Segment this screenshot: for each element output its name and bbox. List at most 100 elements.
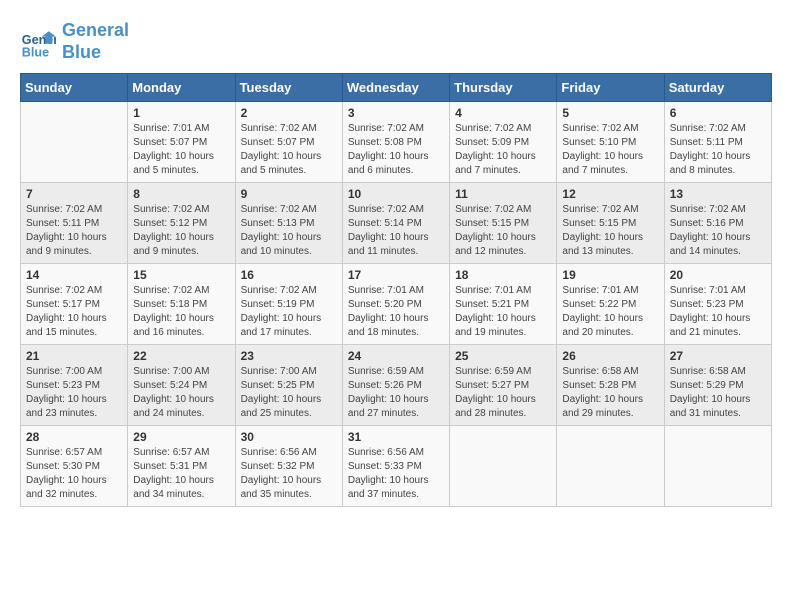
calendar-cell xyxy=(664,426,771,507)
day-number: 6 xyxy=(670,106,766,120)
calendar-cell xyxy=(557,426,664,507)
calendar-cell: 15 Sunrise: 7:02 AM Sunset: 5:18 PM Dayli… xyxy=(128,264,235,345)
day-info: Sunrise: 7:02 AM Sunset: 5:15 PM Dayligh… xyxy=(562,203,658,259)
day-number: 21 xyxy=(26,349,122,363)
day-info: Sunrise: 7:01 AM Sunset: 5:07 PM Dayligh… xyxy=(133,122,229,178)
calendar-cell: 20 Sunrise: 7:01 AM Sunset: 5:23 PM Dayli… xyxy=(664,264,771,345)
day-info: Sunrise: 7:00 AM Sunset: 5:24 PM Dayligh… xyxy=(133,365,229,421)
day-number: 26 xyxy=(562,349,658,363)
day-number: 19 xyxy=(562,268,658,282)
day-info: Sunrise: 7:01 AM Sunset: 5:21 PM Dayligh… xyxy=(455,284,551,340)
calendar-cell: 27 Sunrise: 6:58 AM Sunset: 5:29 PM Dayli… xyxy=(664,345,771,426)
calendar-cell: 19 Sunrise: 7:01 AM Sunset: 5:22 PM Dayli… xyxy=(557,264,664,345)
calendar-table: SundayMondayTuesdayWednesdayThursdayFrid… xyxy=(20,73,772,507)
header-day-tuesday: Tuesday xyxy=(235,74,342,102)
calendar-cell: 2 Sunrise: 7:02 AM Sunset: 5:07 PM Daylig… xyxy=(235,102,342,183)
day-number: 13 xyxy=(670,187,766,201)
calendar-header-row: SundayMondayTuesdayWednesdayThursdayFrid… xyxy=(21,74,772,102)
day-number: 23 xyxy=(241,349,337,363)
day-number: 5 xyxy=(562,106,658,120)
calendar-cell: 7Sunrise: 7:02 AM Sunset: 5:11 PM Daylig… xyxy=(21,183,128,264)
calendar-cell: 17 Sunrise: 7:01 AM Sunset: 5:20 PM Dayli… xyxy=(342,264,449,345)
day-info: Sunrise: 7:02 AM Sunset: 5:15 PM Dayligh… xyxy=(455,203,551,259)
calendar-cell: 21 Sunrise: 7:00 AM Sunset: 5:23 PM Dayli… xyxy=(21,345,128,426)
day-number: 16 xyxy=(241,268,337,282)
header-day-saturday: Saturday xyxy=(664,74,771,102)
day-number: 11 xyxy=(455,187,551,201)
day-info: Sunrise: 7:02 AM Sunset: 5:18 PM Dayligh… xyxy=(133,284,229,340)
day-number: 18 xyxy=(455,268,551,282)
calendar-cell: 1 Sunrise: 7:01 AM Sunset: 5:07 PM Daylig… xyxy=(128,102,235,183)
day-info: Sunrise: 6:59 AM Sunset: 5:26 PM Dayligh… xyxy=(348,365,444,421)
day-number: 10 xyxy=(348,187,444,201)
day-number: 24 xyxy=(348,349,444,363)
day-number: 9 xyxy=(241,187,337,201)
day-info: Sunrise: 7:02 AM Sunset: 5:07 PM Dayligh… xyxy=(241,122,337,178)
calendar-week-5: 28Sunrise: 6:57 AM Sunset: 5:30 PM Dayli… xyxy=(21,426,772,507)
calendar-cell: 11 Sunrise: 7:02 AM Sunset: 5:15 PM Dayli… xyxy=(450,183,557,264)
day-number: 27 xyxy=(670,349,766,363)
day-number: 30 xyxy=(241,430,337,444)
logo-icon: General Blue xyxy=(20,24,56,60)
day-number: 15 xyxy=(133,268,229,282)
day-info: Sunrise: 7:01 AM Sunset: 5:22 PM Dayligh… xyxy=(562,284,658,340)
calendar-cell: 16 Sunrise: 7:02 AM Sunset: 5:19 PM Dayli… xyxy=(235,264,342,345)
day-number: 14 xyxy=(26,268,122,282)
day-info: Sunrise: 6:58 AM Sunset: 5:28 PM Dayligh… xyxy=(562,365,658,421)
day-info: Sunrise: 6:58 AM Sunset: 5:29 PM Dayligh… xyxy=(670,365,766,421)
day-number: 3 xyxy=(348,106,444,120)
day-info: Sunrise: 7:02 AM Sunset: 5:10 PM Dayligh… xyxy=(562,122,658,178)
day-info: Sunrise: 6:57 AM Sunset: 5:30 PM Dayligh… xyxy=(26,446,122,502)
calendar-cell: 30 Sunrise: 6:56 AM Sunset: 5:32 PM Dayli… xyxy=(235,426,342,507)
day-info: Sunrise: 7:00 AM Sunset: 5:23 PM Dayligh… xyxy=(26,365,122,421)
page-header: General Blue GeneralBlue xyxy=(20,20,772,63)
calendar-cell xyxy=(21,102,128,183)
calendar-cell: 28Sunrise: 6:57 AM Sunset: 5:30 PM Dayli… xyxy=(21,426,128,507)
calendar-cell: 6 Sunrise: 7:02 AM Sunset: 5:11 PM Daylig… xyxy=(664,102,771,183)
day-number: 2 xyxy=(241,106,337,120)
day-info: Sunrise: 7:01 AM Sunset: 5:20 PM Dayligh… xyxy=(348,284,444,340)
logo: General Blue GeneralBlue xyxy=(20,20,129,63)
day-number: 20 xyxy=(670,268,766,282)
calendar-cell: 5 Sunrise: 7:02 AM Sunset: 5:10 PM Daylig… xyxy=(557,102,664,183)
calendar-cell: 26 Sunrise: 6:58 AM Sunset: 5:28 PM Dayli… xyxy=(557,345,664,426)
calendar-cell: 8Sunrise: 7:02 AM Sunset: 5:12 PM Daylig… xyxy=(128,183,235,264)
day-info: Sunrise: 7:02 AM Sunset: 5:12 PM Dayligh… xyxy=(133,203,229,259)
calendar-body: 1 Sunrise: 7:01 AM Sunset: 5:07 PM Daylig… xyxy=(21,102,772,507)
calendar-week-3: 14 Sunrise: 7:02 AM Sunset: 5:17 PM Dayli… xyxy=(21,264,772,345)
calendar-cell: 31 Sunrise: 6:56 AM Sunset: 5:33 PM Dayli… xyxy=(342,426,449,507)
calendar-cell: 18 Sunrise: 7:01 AM Sunset: 5:21 PM Dayli… xyxy=(450,264,557,345)
day-info: Sunrise: 6:56 AM Sunset: 5:33 PM Dayligh… xyxy=(348,446,444,502)
day-info: Sunrise: 7:02 AM Sunset: 5:08 PM Dayligh… xyxy=(348,122,444,178)
calendar-cell: 14 Sunrise: 7:02 AM Sunset: 5:17 PM Dayli… xyxy=(21,264,128,345)
day-info: Sunrise: 6:57 AM Sunset: 5:31 PM Dayligh… xyxy=(133,446,229,502)
header-day-friday: Friday xyxy=(557,74,664,102)
header-day-sunday: Sunday xyxy=(21,74,128,102)
calendar-cell: 4Sunrise: 7:02 AM Sunset: 5:09 PM Daylig… xyxy=(450,102,557,183)
calendar-cell: 22Sunrise: 7:00 AM Sunset: 5:24 PM Dayli… xyxy=(128,345,235,426)
calendar-cell: 12 Sunrise: 7:02 AM Sunset: 5:15 PM Dayli… xyxy=(557,183,664,264)
calendar-cell xyxy=(450,426,557,507)
day-info: Sunrise: 6:56 AM Sunset: 5:32 PM Dayligh… xyxy=(241,446,337,502)
svg-text:Blue: Blue xyxy=(22,45,49,59)
header-day-thursday: Thursday xyxy=(450,74,557,102)
day-info: Sunrise: 7:02 AM Sunset: 5:13 PM Dayligh… xyxy=(241,203,337,259)
day-number: 1 xyxy=(133,106,229,120)
day-info: Sunrise: 7:02 AM Sunset: 5:11 PM Dayligh… xyxy=(670,122,766,178)
day-number: 29 xyxy=(133,430,229,444)
calendar-cell: 13 Sunrise: 7:02 AM Sunset: 5:16 PM Dayli… xyxy=(664,183,771,264)
day-number: 25 xyxy=(455,349,551,363)
day-info: Sunrise: 7:02 AM Sunset: 5:17 PM Dayligh… xyxy=(26,284,122,340)
day-info: Sunrise: 6:59 AM Sunset: 5:27 PM Dayligh… xyxy=(455,365,551,421)
calendar-week-1: 1 Sunrise: 7:01 AM Sunset: 5:07 PM Daylig… xyxy=(21,102,772,183)
day-number: 31 xyxy=(348,430,444,444)
calendar-week-2: 7Sunrise: 7:02 AM Sunset: 5:11 PM Daylig… xyxy=(21,183,772,264)
day-info: Sunrise: 7:02 AM Sunset: 5:14 PM Dayligh… xyxy=(348,203,444,259)
calendar-cell: 10 Sunrise: 7:02 AM Sunset: 5:14 PM Dayli… xyxy=(342,183,449,264)
day-info: Sunrise: 7:01 AM Sunset: 5:23 PM Dayligh… xyxy=(670,284,766,340)
day-number: 12 xyxy=(562,187,658,201)
day-info: Sunrise: 7:02 AM Sunset: 5:19 PM Dayligh… xyxy=(241,284,337,340)
day-info: Sunrise: 7:02 AM Sunset: 5:11 PM Dayligh… xyxy=(26,203,122,259)
day-info: Sunrise: 7:02 AM Sunset: 5:16 PM Dayligh… xyxy=(670,203,766,259)
day-number: 17 xyxy=(348,268,444,282)
